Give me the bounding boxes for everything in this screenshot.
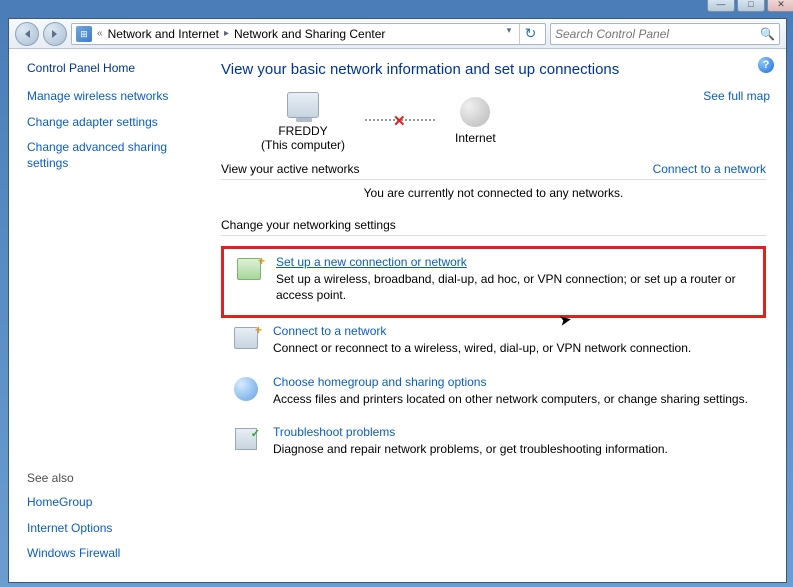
sidebar-link-wireless[interactable]: Manage wireless networks <box>27 89 205 105</box>
sidebar-link-adapter[interactable]: Change adapter settings <box>27 115 205 131</box>
breadcrumb-dropdown[interactable]: ▾ <box>502 25 516 43</box>
connect-network-icon <box>234 327 258 349</box>
node-sublabel: (This computer) <box>261 138 345 152</box>
search-input[interactable] <box>555 27 760 41</box>
breadcrumb[interactable]: ⊞ « Network and Internet ▸ Network and S… <box>71 23 546 45</box>
section-heading: View your active networks <box>221 162 360 176</box>
search-icon[interactable]: 🔍 <box>760 27 775 41</box>
option-connect-network[interactable]: Connect to a network Connect or reconnec… <box>221 318 766 368</box>
address-bar: ⊞ « Network and Internet ▸ Network and S… <box>9 19 786 49</box>
computer-icon <box>287 92 319 118</box>
node-internet[interactable]: Internet <box>455 95 496 145</box>
option-link[interactable]: Choose homegroup and sharing options <box>273 375 748 389</box>
homegroup-icon <box>234 377 258 401</box>
back-button[interactable] <box>15 22 39 46</box>
disconnected-icon: ✕ <box>393 112 406 130</box>
option-link[interactable]: Connect to a network <box>273 324 691 338</box>
see-also-heading: See also <box>27 471 205 485</box>
control-panel-window: ⊞ « Network and Internet ▸ Network and S… <box>8 18 787 583</box>
control-panel-icon: ⊞ <box>76 26 92 42</box>
option-description: Set up a wireless, broadband, dial-up, a… <box>276 271 753 303</box>
seealso-homegroup[interactable]: HomeGroup <box>27 495 205 511</box>
forward-button[interactable] <box>43 22 67 46</box>
seealso-firewall[interactable]: Windows Firewall <box>27 546 205 562</box>
option-link[interactable]: Troubleshoot problems <box>273 425 668 439</box>
connection-line: ✕ <box>365 119 435 121</box>
close-button[interactable]: ✕ <box>767 0 793 12</box>
maximize-button[interactable]: □ <box>737 0 765 12</box>
troubleshoot-icon <box>235 428 257 450</box>
chevron-right-icon: ▸ <box>222 28 231 39</box>
option-setup-connection[interactable]: Set up a new connection or network Set u… <box>221 246 766 318</box>
option-link[interactable]: Set up a new connection or network <box>276 255 753 269</box>
node-label: Internet <box>455 131 496 145</box>
option-description: Access files and printers located on oth… <box>273 391 748 407</box>
window-controls: — □ ✕ <box>707 0 793 12</box>
connect-network-link[interactable]: Connect to a network <box>653 162 766 176</box>
breadcrumb-item[interactable]: Network and Internet <box>108 27 219 41</box>
change-settings-heading: Change your networking settings <box>221 218 766 236</box>
page-title: View your basic network information and … <box>221 61 766 78</box>
node-label: FREDDY <box>261 124 345 138</box>
see-full-map-link[interactable]: See full map <box>703 89 770 103</box>
option-troubleshoot[interactable]: Troubleshoot problems Diagnose and repai… <box>221 419 766 469</box>
main-content: ? View your basic network information an… <box>215 49 786 582</box>
option-homegroup[interactable]: Choose homegroup and sharing options Acc… <box>221 369 766 419</box>
setup-connection-icon <box>237 258 261 280</box>
search-field[interactable]: 🔍 <box>550 23 780 45</box>
control-panel-home-link[interactable]: Control Panel Home <box>27 61 205 75</box>
refresh-button[interactable]: ↻ <box>519 24 541 44</box>
networking-settings-list: Set up a new connection or network Set u… <box>221 246 766 469</box>
network-map: FREDDY (This computer) ✕ Internet <box>261 88 766 152</box>
active-networks-message: You are currently not connected to any n… <box>221 180 766 210</box>
seealso-internet-options[interactable]: Internet Options <box>27 521 205 537</box>
option-description: Diagnose and repair network problems, or… <box>273 441 668 457</box>
globe-icon <box>460 97 490 127</box>
help-icon[interactable]: ? <box>758 57 774 73</box>
option-description: Connect or reconnect to a wireless, wire… <box>273 340 691 356</box>
breadcrumb-item[interactable]: Network and Sharing Center <box>234 27 385 41</box>
sidebar-link-advanced[interactable]: Change advanced sharing settings <box>27 140 205 171</box>
sidebar: Control Panel Home Manage wireless netwo… <box>9 49 215 582</box>
minimize-button[interactable]: — <box>707 0 735 12</box>
chevron-icon: « <box>95 28 105 39</box>
active-networks-header: View your active networks Connect to a n… <box>221 162 766 180</box>
node-this-computer[interactable]: FREDDY (This computer) <box>261 88 345 152</box>
